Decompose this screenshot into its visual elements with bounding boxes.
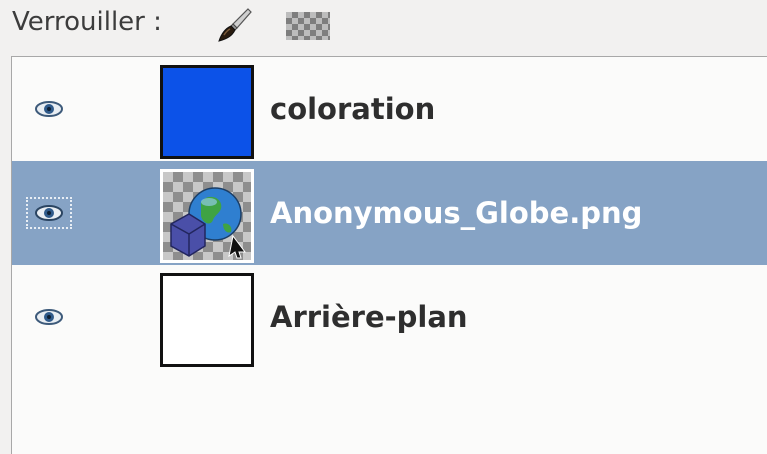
layer-name[interactable]: Anonymous_Globe.png (270, 192, 642, 234)
layer-row-selected[interactable]: Anonymous_Globe.png (12, 161, 767, 265)
layer-thumbnail[interactable] (160, 273, 254, 367)
globe-image-icon (170, 187, 246, 259)
layer-row[interactable]: coloration (12, 57, 767, 161)
layer-row[interactable]: Arrière-plan (12, 265, 767, 369)
layer-thumbnail[interactable] (160, 169, 254, 263)
alpha-lock-icon[interactable] (286, 12, 330, 40)
lock-toolbar: Verrouiller : (0, 0, 767, 54)
brush-lock-icon[interactable] (215, 6, 255, 46)
eye-icon[interactable] (26, 197, 72, 229)
layer-name[interactable]: coloration (270, 88, 435, 130)
layers-list[interactable]: coloration Anonymous_Globe.png Arrière-p… (11, 56, 767, 454)
layer-thumbnail[interactable] (160, 65, 254, 159)
eye-icon[interactable] (30, 97, 68, 121)
lock-label: Verrouiller : (12, 7, 162, 37)
eye-icon[interactable] (30, 305, 68, 329)
layer-name[interactable]: Arrière-plan (270, 296, 468, 338)
